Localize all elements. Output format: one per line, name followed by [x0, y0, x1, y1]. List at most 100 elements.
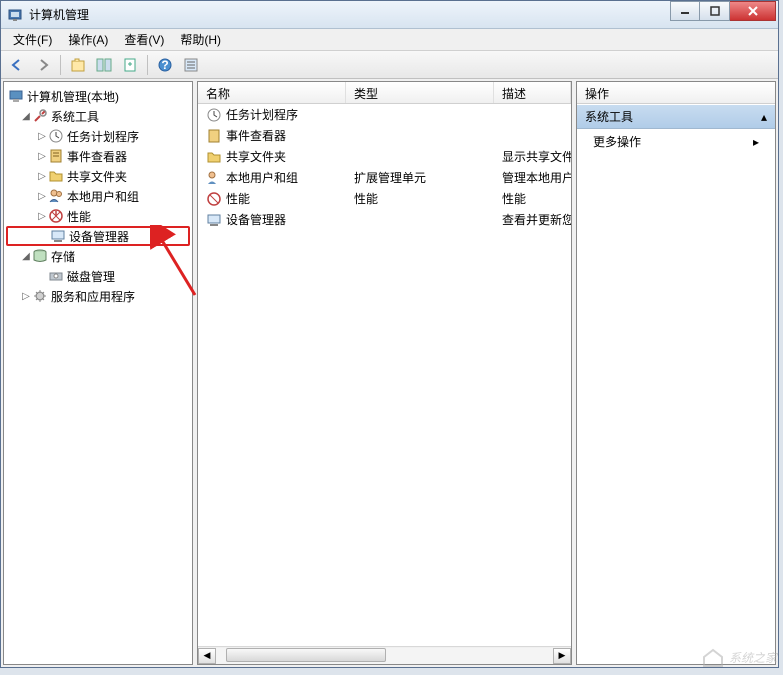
cell-type: 扩展管理单元	[346, 169, 494, 186]
tree-pane[interactable]: 计算机管理(本地) ◢ 系统工具 ▷ 任务计划程序 ▷ 事件查看器 ▷ 共享文件…	[3, 81, 193, 665]
maximize-button[interactable]	[700, 1, 730, 21]
back-button[interactable]	[5, 53, 29, 77]
list-item[interactable]: 性能 性能 性能	[198, 188, 571, 209]
computer-icon	[8, 88, 24, 104]
tree-services-apps[interactable]: ▷ 服务和应用程序	[6, 286, 190, 306]
cell-name: 本地用户和组	[226, 169, 298, 186]
expand-icon[interactable]: ▷	[36, 131, 48, 142]
list-item[interactable]: 本地用户和组 扩展管理单元 管理本地用户	[198, 167, 571, 188]
content-area: 计算机管理(本地) ◢ 系统工具 ▷ 任务计划程序 ▷ 事件查看器 ▷ 共享文件…	[1, 79, 778, 667]
properties-button[interactable]	[179, 53, 203, 77]
users-icon	[206, 170, 222, 186]
action-more[interactable]: 更多操作 ▸	[577, 129, 775, 154]
list-item[interactable]: 任务计划程序	[198, 104, 571, 125]
minimize-button[interactable]	[670, 1, 700, 21]
scroll-right-button[interactable]: ▶	[553, 648, 571, 664]
show-hide-button[interactable]	[92, 53, 116, 77]
menu-help[interactable]: 帮助(H)	[174, 29, 227, 50]
scroll-left-button[interactable]: ◀	[198, 648, 216, 664]
tree-label: 事件查看器	[67, 148, 127, 165]
menu-view[interactable]: 查看(V)	[118, 29, 170, 50]
export-button[interactable]	[118, 53, 142, 77]
cell-type: 性能	[346, 190, 494, 207]
action-section[interactable]: 系统工具 ▴	[577, 104, 775, 129]
col-name[interactable]: 名称	[198, 82, 346, 103]
separator	[60, 55, 61, 75]
app-icon	[7, 7, 23, 23]
expand-icon[interactable]: ▷	[36, 191, 48, 202]
action-section-label: 系统工具	[585, 108, 633, 125]
tree-root[interactable]: 计算机管理(本地)	[6, 86, 190, 106]
tree-local-users[interactable]: ▷ 本地用户和组	[6, 186, 190, 206]
list-header: 名称 类型 描述	[198, 82, 571, 104]
tree-label: 磁盘管理	[67, 268, 115, 285]
tree-task-scheduler[interactable]: ▷ 任务计划程序	[6, 126, 190, 146]
spacer	[38, 231, 50, 242]
event-icon	[206, 128, 222, 144]
expand-icon[interactable]: ▷	[36, 151, 48, 162]
event-icon	[48, 148, 64, 164]
tree-device-manager[interactable]: 设备管理器	[6, 226, 190, 246]
scroll-thumb[interactable]	[226, 648, 386, 662]
device-icon	[206, 212, 222, 228]
window-controls	[670, 1, 776, 21]
tree-label: 计算机管理(本地)	[27, 88, 119, 105]
folder-icon	[48, 168, 64, 184]
cell-desc: 管理本地用户	[494, 169, 571, 186]
clock-icon	[206, 107, 222, 123]
tree-label: 服务和应用程序	[51, 288, 135, 305]
tree-shared-folders[interactable]: ▷ 共享文件夹	[6, 166, 190, 186]
tree-storage[interactable]: ◢ 存储	[6, 246, 190, 266]
tree-label: 系统工具	[51, 108, 99, 125]
cell-desc: 显示共享文件	[494, 148, 571, 165]
list-item[interactable]: 事件查看器	[198, 125, 571, 146]
list-item[interactable]: 共享文件夹 显示共享文件	[198, 146, 571, 167]
collapse-icon[interactable]: ◢	[20, 111, 32, 122]
horizontal-scrollbar[interactable]: ◀ ▶	[198, 646, 571, 664]
list-body[interactable]: 任务计划程序 事件查看器 共享文件夹 显示共享文件 本地用户和组 扩展管理单元	[198, 104, 571, 646]
clock-icon	[48, 128, 64, 144]
perf-icon	[48, 208, 64, 224]
users-icon	[48, 188, 64, 204]
tree-label: 存储	[51, 248, 75, 265]
menu-action[interactable]: 操作(A)	[62, 29, 114, 50]
cell-name: 事件查看器	[226, 127, 286, 144]
actions-header: 操作	[577, 82, 775, 104]
tools-icon	[32, 108, 48, 124]
forward-button[interactable]	[31, 53, 55, 77]
cell-name: 任务计划程序	[226, 106, 298, 123]
up-button[interactable]	[66, 53, 90, 77]
titlebar[interactable]: 计算机管理	[1, 1, 778, 29]
close-button[interactable]	[730, 1, 776, 21]
tree-disk-mgmt[interactable]: 磁盘管理	[6, 266, 190, 286]
scroll-track[interactable]	[216, 648, 553, 664]
tree-label: 设备管理器	[69, 228, 129, 245]
main-window: 计算机管理 文件(F) 操作(A) 查看(V) 帮助(H) ? 计算机管理(本地…	[0, 0, 779, 668]
toolbar: ?	[1, 51, 778, 79]
menubar: 文件(F) 操作(A) 查看(V) 帮助(H)	[1, 29, 778, 51]
disk-icon	[48, 268, 64, 284]
expand-icon[interactable]: ▷	[36, 171, 48, 182]
expand-icon[interactable]: ▷	[20, 291, 32, 302]
tree-system-tools[interactable]: ◢ 系统工具	[6, 106, 190, 126]
tree-label: 任务计划程序	[67, 128, 139, 145]
col-desc[interactable]: 描述	[494, 82, 571, 103]
col-type[interactable]: 类型	[346, 82, 494, 103]
chevron-right-icon: ▸	[753, 135, 759, 149]
help-button[interactable]: ?	[153, 53, 177, 77]
tree-performance[interactable]: ▷ 性能	[6, 206, 190, 226]
window-title: 计算机管理	[29, 6, 670, 23]
cell-desc: 查看并更新您	[494, 211, 571, 228]
tree-label: 本地用户和组	[67, 188, 139, 205]
services-icon	[32, 288, 48, 304]
cell-name: 性能	[226, 190, 250, 207]
collapse-icon[interactable]: ◢	[20, 251, 32, 262]
expand-icon[interactable]: ▷	[36, 211, 48, 222]
cell-name: 共享文件夹	[226, 148, 286, 165]
cell-desc: 性能	[494, 190, 571, 207]
tree-event-viewer[interactable]: ▷ 事件查看器	[6, 146, 190, 166]
folder-icon	[206, 149, 222, 165]
list-item[interactable]: 设备管理器 查看并更新您	[198, 209, 571, 230]
menu-file[interactable]: 文件(F)	[7, 29, 58, 50]
perf-icon	[206, 191, 222, 207]
